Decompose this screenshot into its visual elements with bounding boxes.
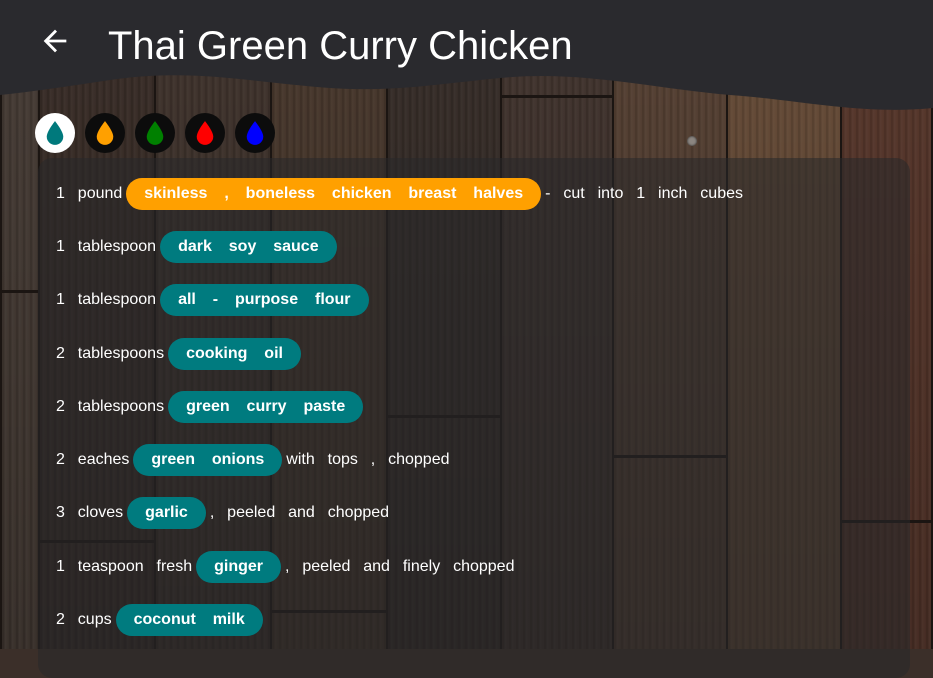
ingredient-quantity: 1 tablespoon: [56, 238, 157, 255]
app-header: Thai Green Curry Chicken: [0, 0, 933, 110]
color-drop-button[interactable]: [35, 113, 75, 153]
ingredient-row: 1 teaspoon fresh ginger, peeled and finel…: [56, 550, 514, 584]
ingredient-note: , peeled and finely chopped: [284, 558, 515, 575]
ingredient-quantity: 1 pound: [56, 185, 123, 202]
ingredient-quantity: 1 teaspoon fresh: [56, 558, 193, 575]
ingredient-row: 2 tablespoons cooking oil: [56, 337, 305, 371]
color-drop-button[interactable]: [235, 113, 275, 153]
color-drop-button[interactable]: [85, 113, 125, 153]
ingredient-chip[interactable]: coconut milk: [115, 604, 263, 636]
color-picker: [35, 113, 275, 153]
arrow-left-icon: [43, 29, 67, 53]
ingredient-chip[interactable]: green curry paste: [168, 391, 364, 423]
water-drop-icon: [196, 121, 214, 145]
water-drop-icon: [146, 121, 164, 145]
color-drop-button[interactable]: [135, 113, 175, 153]
ingredient-row: 1 pound skinless , boneless chicken breas…: [56, 177, 743, 211]
water-drop-icon: [96, 121, 114, 145]
nail-head: [687, 136, 697, 146]
water-drop-icon: [46, 121, 64, 145]
ingredient-row: 2 cups coconut milk: [56, 603, 267, 637]
ingredient-chip[interactable]: skinless , boneless chicken breast halve…: [126, 178, 542, 210]
ingredient-row: 1 tablespoon dark soy sauce: [56, 230, 341, 264]
ingredient-chip[interactable]: green onions: [133, 444, 283, 476]
ingredient-chip[interactable]: garlic: [127, 497, 206, 529]
ingredient-chip[interactable]: dark soy sauce: [160, 231, 337, 263]
ingredient-quantity: 3 cloves: [56, 504, 124, 521]
back-button[interactable]: [38, 24, 82, 68]
ingredient-note: with tops , chopped: [286, 451, 450, 468]
ingredient-quantity: 2 eaches: [56, 451, 130, 468]
ingredient-quantity: 2 tablespoons: [56, 345, 165, 362]
ingredient-chip[interactable]: all - purpose flour: [160, 284, 369, 316]
wood-seam: [0, 290, 40, 293]
water-drop-icon: [246, 121, 264, 145]
ingredient-quantity: 1 tablespoon: [56, 291, 157, 308]
ingredient-row: 2 eaches green onions with tops , chopped: [56, 443, 450, 477]
ingredient-quantity: 2 tablespoons: [56, 398, 165, 415]
page-title: Thai Green Curry Chicken: [108, 24, 573, 68]
ingredient-row: 2 tablespoons green curry paste: [56, 390, 367, 424]
color-drop-button[interactable]: [185, 113, 225, 153]
ingredient-chip[interactable]: ginger: [196, 551, 281, 583]
ingredient-quantity: 2 cups: [56, 611, 112, 628]
ingredient-row: 3 cloves garlic, peeled and chopped: [56, 496, 389, 530]
ingredient-row: 1 tablespoon all - purpose flour: [56, 283, 373, 317]
ingredient-note: - cut into 1 inch cubes: [545, 185, 743, 202]
ingredient-note: , peeled and chopped: [209, 504, 390, 521]
ingredient-chip[interactable]: cooking oil: [168, 338, 301, 370]
